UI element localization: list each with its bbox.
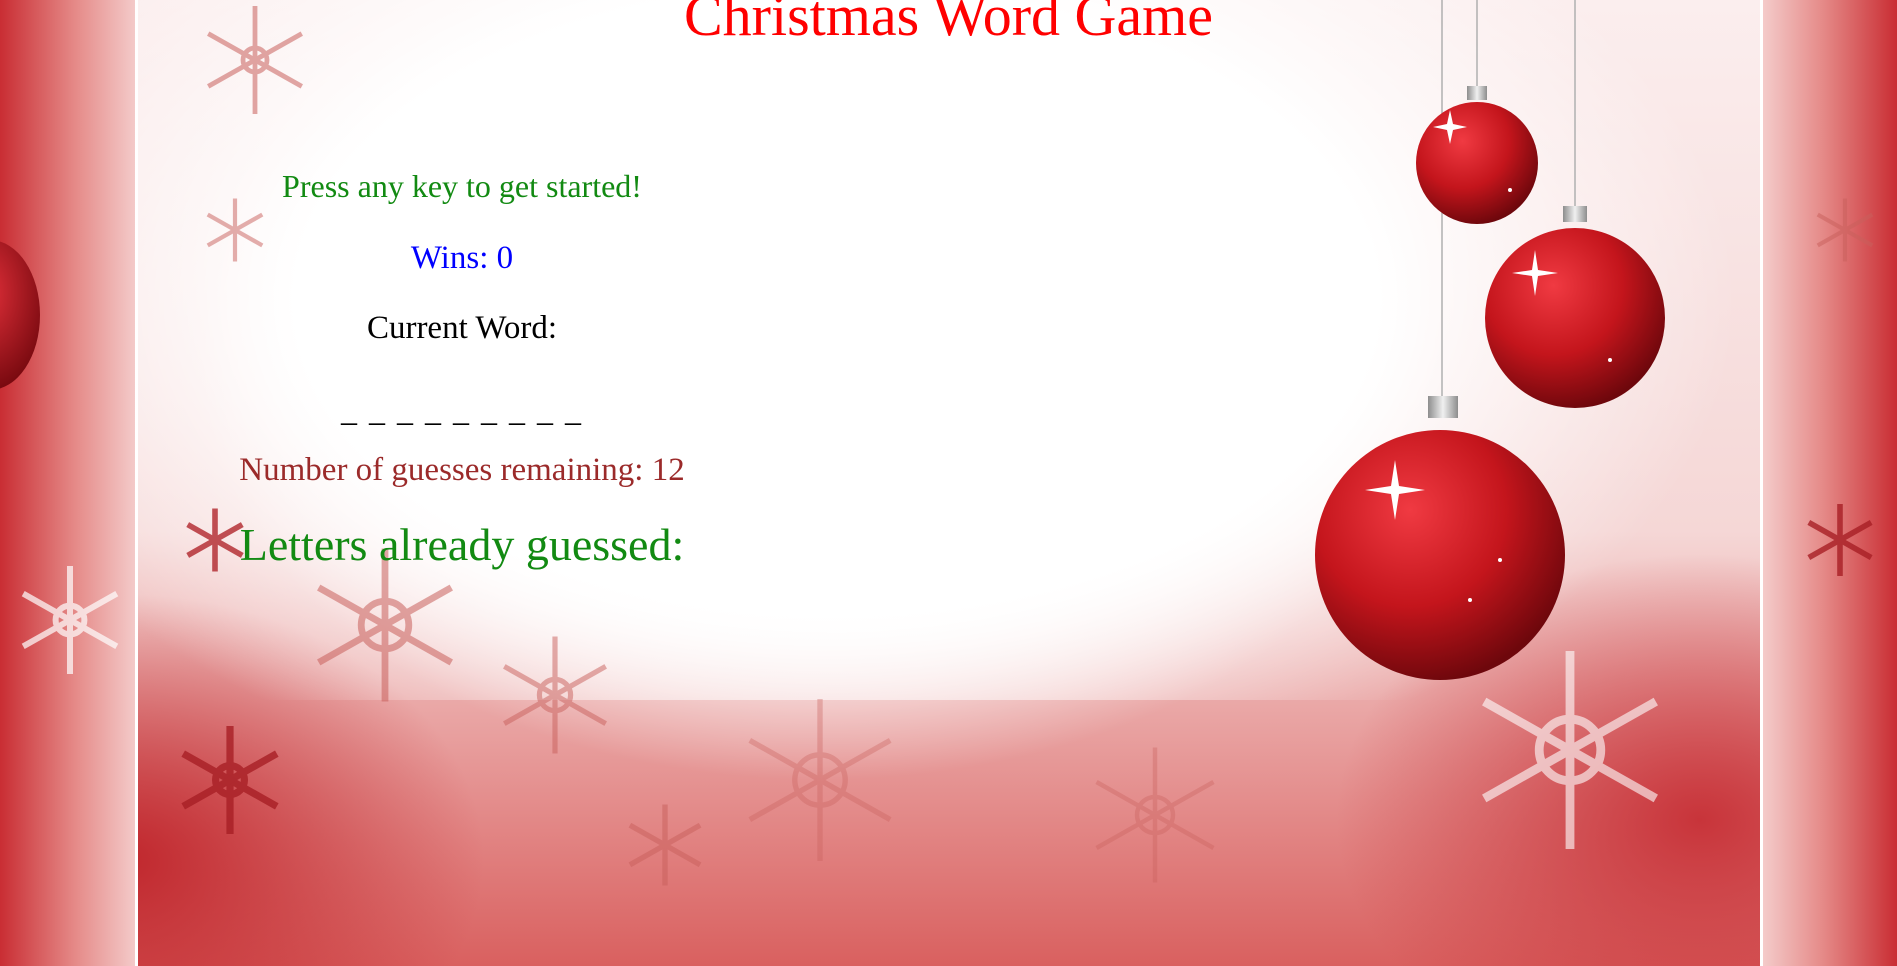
snowflake-icon (10, 560, 130, 680)
hanging-baubles (1315, 0, 1690, 700)
start-prompt: Press any key to get started! (282, 168, 642, 204)
current-word-blanks: _ _ _ _ _ _ _ _ _ (341, 392, 583, 428)
page-title-text: Christmas Word Game (683, 0, 1214, 48)
guesses-remaining: Number of guesses remaining: 12 (239, 452, 685, 488)
snowflake-icon (170, 720, 290, 840)
snowflake-icon (1800, 500, 1880, 580)
right-border-pattern (1762, 0, 1897, 966)
left-border-pattern (0, 0, 137, 966)
snowflake-icon (620, 800, 710, 890)
wins-counter: Wins: 0 (410, 240, 514, 276)
letters-guessed-label: Letters already guessed: (239, 519, 685, 570)
snowflake-icon (1810, 190, 1880, 270)
red-bauble-icon (1416, 102, 1538, 224)
snowflake-icon (730, 690, 910, 870)
current-word-label: Current Word: (366, 310, 558, 346)
snowflake-icon (490, 630, 620, 760)
page-title: Christmas Word Game (0, 0, 1897, 49)
red-bauble-icon (1485, 228, 1665, 408)
snowflake-icon (1080, 740, 1230, 890)
red-bauble-icon (1315, 430, 1565, 680)
red-bauble-icon (0, 240, 40, 390)
